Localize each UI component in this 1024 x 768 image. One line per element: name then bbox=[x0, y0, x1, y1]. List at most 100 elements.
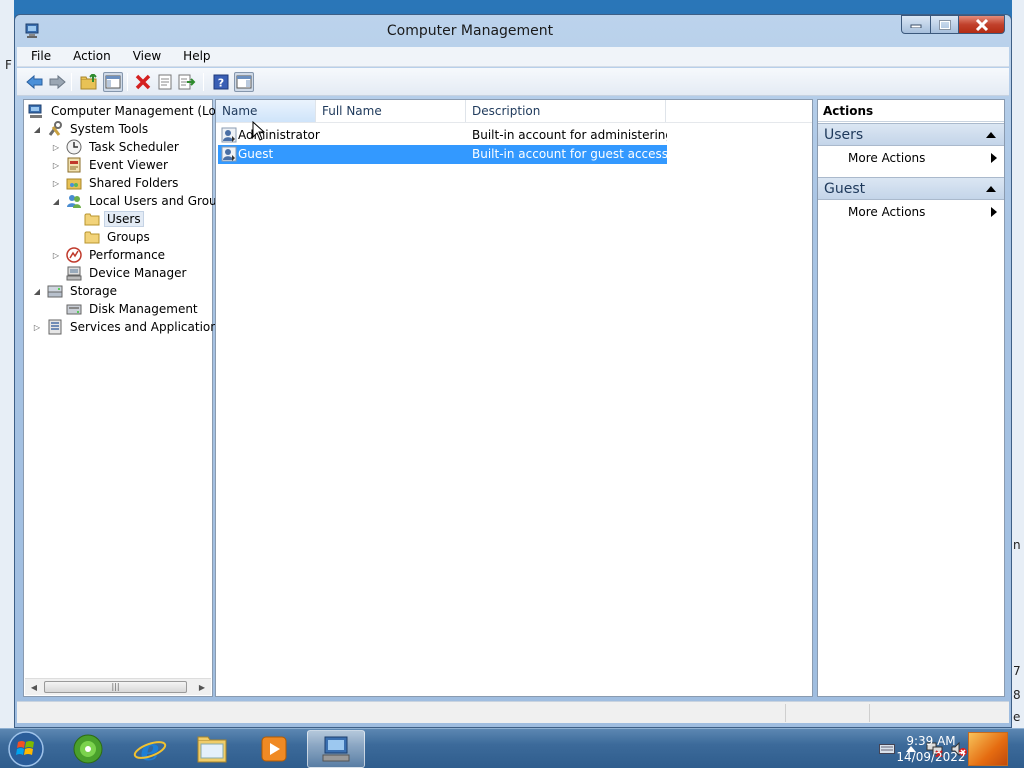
collapsed-arrow-icon[interactable]: ▷ bbox=[32, 322, 42, 332]
desktop-edge-left: F bbox=[0, 0, 14, 728]
disk-icon bbox=[66, 301, 82, 317]
action-more-actions-guest[interactable]: More Actions bbox=[818, 201, 1004, 223]
tree-item-disk-management[interactable]: Disk Management bbox=[66, 300, 201, 318]
tree-horizontal-scrollbar[interactable]: ◀ ||| ▶ bbox=[25, 678, 211, 695]
delete-button[interactable] bbox=[133, 72, 153, 92]
expanded-arrow-icon[interactable]: ◢ bbox=[32, 124, 42, 134]
menu-bar: File Action View Help bbox=[17, 47, 1009, 67]
action-more-actions-users[interactable]: More Actions bbox=[818, 147, 1004, 169]
tree-item-services-and-applications[interactable]: ▷ Services and Applications bbox=[32, 318, 227, 336]
desktop-edge-right: n 7 8 e bbox=[1012, 0, 1024, 728]
forward-button[interactable] bbox=[47, 72, 67, 92]
taskbar-media-player[interactable] bbox=[245, 730, 303, 768]
tree-item-performance[interactable]: ▷ Performance bbox=[51, 246, 168, 264]
tree-item-label: Local Users and Groups bbox=[89, 194, 231, 208]
show-hide-console-tree-button[interactable] bbox=[103, 72, 123, 92]
back-button[interactable] bbox=[25, 72, 45, 92]
delete-icon bbox=[135, 74, 151, 90]
user-account-icon bbox=[221, 127, 237, 143]
tree-item-system-tools[interactable]: ◢ System Tools bbox=[32, 120, 151, 138]
services-icon bbox=[47, 319, 63, 335]
collapse-up-icon[interactable] bbox=[986, 186, 996, 192]
expanded-arrow-icon[interactable]: ◢ bbox=[32, 286, 42, 296]
tree-item-shared-folders[interactable]: ▷ Shared Folders bbox=[51, 174, 181, 192]
collapsed-arrow-icon[interactable]: ▷ bbox=[51, 178, 61, 188]
system-clock[interactable]: 9:39 AM 14/09/2022 bbox=[886, 733, 976, 765]
forward-arrow-icon bbox=[49, 74, 66, 90]
up-one-level-button[interactable] bbox=[79, 72, 99, 92]
taskbar: e 9:39 AM 14/09/2022 bbox=[0, 728, 1024, 768]
desktop-icon-label: 7 bbox=[1013, 664, 1021, 678]
menu-file[interactable]: File bbox=[17, 47, 58, 66]
tree-item-computer-management[interactable]: Computer Management (Local bbox=[28, 102, 236, 120]
status-bar bbox=[17, 701, 1009, 723]
start-button[interactable] bbox=[4, 730, 48, 768]
tree-item-task-scheduler[interactable]: ▷ Task Scheduler bbox=[51, 138, 182, 156]
list-row-administrator[interactable]: Administrator Built-in account for admin… bbox=[218, 126, 667, 145]
menu-view[interactable]: View bbox=[118, 47, 168, 66]
tree-item-local-users-and-groups[interactable]: ◢ Local Users and Groups bbox=[51, 192, 234, 210]
windows-media-center-icon bbox=[73, 734, 103, 764]
scrollbar-thumb[interactable]: ||| bbox=[44, 681, 187, 693]
taskbar-computer-management[interactable] bbox=[307, 730, 365, 768]
console-tree: Computer Management (Local ◢ System Tool… bbox=[23, 99, 233, 697]
show-hide-tree-icon bbox=[105, 75, 121, 89]
tree-item-users[interactable]: Users bbox=[84, 210, 144, 228]
collapsed-arrow-icon[interactable]: ▷ bbox=[51, 142, 61, 152]
properties-button[interactable] bbox=[155, 72, 175, 92]
tree-item-groups[interactable]: Groups bbox=[84, 228, 153, 246]
collapsed-arrow-icon[interactable]: ▷ bbox=[51, 160, 61, 170]
start-orb-icon bbox=[8, 731, 44, 767]
column-header-description[interactable]: Description bbox=[466, 100, 666, 122]
tree-item-storage[interactable]: ◢ Storage bbox=[32, 282, 120, 300]
list-row-guest[interactable]: Guest Built-in account for guest access … bbox=[218, 145, 667, 164]
desktop-icon-label: n bbox=[1013, 538, 1021, 552]
show-hide-action-pane-button[interactable] bbox=[234, 72, 254, 92]
submenu-arrow-icon bbox=[991, 207, 997, 217]
collapsed-arrow-icon[interactable]: ▷ bbox=[51, 250, 61, 260]
submenu-arrow-icon bbox=[991, 153, 997, 163]
actions-section-guest[interactable]: Guest bbox=[818, 177, 1004, 200]
windows-media-player-icon bbox=[261, 736, 287, 762]
computer-management-icon bbox=[322, 736, 350, 762]
action-label: More Actions bbox=[848, 151, 926, 165]
actions-section-users[interactable]: Users bbox=[818, 123, 1004, 146]
clock-date: 14/09/2022 bbox=[896, 750, 966, 764]
window-title: Computer Management bbox=[386, 23, 554, 39]
close-button[interactable] bbox=[959, 15, 1005, 34]
maximize-icon bbox=[938, 19, 951, 30]
expanded-arrow-icon[interactable]: ◢ bbox=[51, 196, 61, 206]
export-list-button[interactable] bbox=[177, 72, 197, 92]
toolbar-separator bbox=[71, 73, 72, 91]
column-header-full-name[interactable]: Full Name bbox=[316, 100, 466, 122]
menu-action[interactable]: Action bbox=[58, 47, 118, 66]
performance-icon bbox=[66, 247, 82, 263]
scroll-left-arrow-icon[interactable]: ◀ bbox=[26, 679, 42, 695]
taskbar-media-center[interactable] bbox=[59, 730, 117, 768]
status-panel bbox=[785, 704, 869, 722]
help-button[interactable]: ? bbox=[211, 72, 231, 92]
menu-help[interactable]: Help bbox=[168, 47, 217, 66]
user-account-icon bbox=[221, 146, 237, 162]
scroll-right-arrow-icon[interactable]: ▶ bbox=[194, 679, 210, 695]
tree-item-event-viewer[interactable]: ▷ Event Viewer bbox=[51, 156, 171, 174]
collapse-up-icon[interactable] bbox=[986, 132, 996, 138]
event-viewer-icon bbox=[66, 157, 82, 173]
cell-name: Guest bbox=[238, 147, 274, 161]
minimize-button[interactable] bbox=[901, 15, 931, 34]
properties-icon bbox=[158, 74, 172, 90]
tree-item-label: Groups bbox=[107, 230, 150, 244]
svg-text:e: e bbox=[140, 733, 159, 765]
cell-description: Built-in account for administering... bbox=[472, 128, 667, 142]
taskbar-internet-explorer[interactable]: e bbox=[121, 730, 179, 768]
show-desktop-button[interactable] bbox=[968, 732, 1008, 766]
tree-item-device-manager[interactable]: Device Manager bbox=[66, 264, 189, 282]
users-list-view: Name Full Name Description Administrator… bbox=[215, 99, 813, 697]
svg-text:?: ? bbox=[218, 77, 224, 90]
taskbar-windows-explorer[interactable] bbox=[183, 730, 241, 768]
column-header-name[interactable]: Name bbox=[216, 100, 316, 122]
toolbar-separator bbox=[127, 73, 128, 91]
maximize-button[interactable] bbox=[931, 15, 959, 34]
tree-item-label: Disk Management bbox=[89, 302, 198, 316]
title-bar[interactable]: Computer Management bbox=[15, 15, 1011, 47]
